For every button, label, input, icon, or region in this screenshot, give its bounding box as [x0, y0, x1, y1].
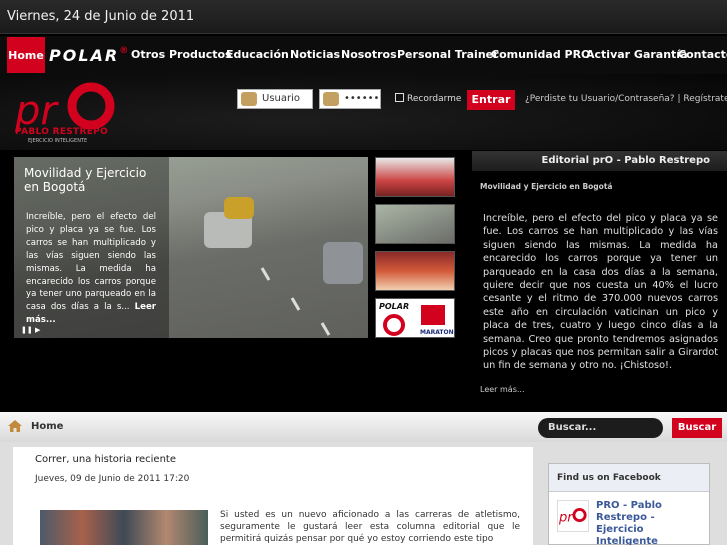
registered-icon: ®: [119, 46, 131, 56]
facebook-box: Find us on Facebook pr PRO - Pablo Restr…: [548, 463, 710, 545]
nav-contacto[interactable]: Contacto: [678, 36, 727, 74]
editorial-read-more[interactable]: Leer más...: [480, 385, 524, 394]
polar-logo[interactable]: POLAR®: [49, 46, 130, 65]
pause-play-icon[interactable]: ❚❚ ▶: [21, 326, 40, 334]
featured-slide[interactable]: Movilidad y Ejercicio en Bogotá Increíbl…: [14, 157, 368, 338]
nav-otros-productos[interactable]: Otros Productos: [131, 36, 232, 74]
user-icon: [241, 92, 257, 106]
link-separator: |: [677, 94, 681, 104]
header: pr PABLO RESTREPO EJERCICIO INTELIGENTE …: [0, 74, 727, 150]
search-input[interactable]: Buscar...: [538, 418, 663, 438]
svg-text:MARATON: MARATON: [420, 329, 454, 336]
checkbox-icon: [395, 93, 404, 102]
username-field[interactable]: Usuario: [237, 89, 313, 109]
article-date: Jueves, 09 de Junio de 2011 17:20: [35, 474, 190, 484]
thumbnail-4[interactable]: POLAR MARATON: [375, 298, 455, 338]
polar-logo-text: POLAR: [49, 46, 120, 65]
register-link[interactable]: Regístrate: [683, 94, 727, 104]
facebook-heading: Find us on Facebook: [549, 464, 709, 492]
breadcrumb-home[interactable]: Home: [31, 421, 63, 432]
svg-text:pr: pr: [15, 88, 59, 132]
nav-noticias[interactable]: Noticias: [290, 36, 340, 74]
nav-home[interactable]: Home: [7, 37, 45, 73]
nav-educacion[interactable]: Educación: [226, 36, 289, 74]
editorial-subtitle[interactable]: Movilidad y Ejercicio en Bogotá: [480, 182, 612, 191]
svg-text:POLAR: POLAR: [379, 302, 409, 311]
maraton-logo-icon: POLAR MARATON: [379, 302, 454, 336]
search-button[interactable]: Buscar: [672, 418, 722, 438]
date-bar: Viernes, 24 de Junio de 2011: [0, 0, 727, 34]
current-date: Viernes, 24 de Junio de 2011: [7, 9, 195, 24]
remember-checkbox[interactable]: Recordarme: [395, 93, 461, 104]
main-nav: Home POLAR® Otros Productos Educación No…: [0, 36, 727, 74]
nav-nosotros[interactable]: Nosotros: [341, 36, 397, 74]
home-icon[interactable]: [8, 420, 22, 432]
article-title[interactable]: Correr, una historia reciente: [35, 454, 176, 465]
editorial-text: Increíble, pero el efecto del pico y pla…: [483, 213, 718, 372]
editorial-panel: Editorial prO - Pablo Restrepo Movilidad…: [472, 151, 727, 411]
thumbnail-3[interactable]: [375, 251, 455, 291]
login-button[interactable]: Entrar: [467, 90, 515, 110]
featured-title[interactable]: Movilidad y Ejercicio en Bogotá: [24, 166, 164, 194]
nav-activar-garantia[interactable]: Activar Garantía: [586, 36, 688, 74]
password-field[interactable]: ••••••: [319, 89, 381, 109]
svg-text:pr: pr: [558, 511, 574, 526]
nav-personal-trainer[interactable]: Personal Trainer: [397, 36, 499, 74]
nav-comunidad-pro[interactable]: Comunidad PRO: [491, 36, 590, 74]
featured-summary: Increíble, pero el efecto del pico y pla…: [26, 212, 156, 313]
article-photo: [40, 510, 208, 545]
thumbnail-1[interactable]: [375, 157, 455, 197]
pro-logo[interactable]: pr: [15, 82, 115, 132]
facebook-page-logo[interactable]: pr: [557, 500, 589, 532]
featured-text: Increíble, pero el efecto del pico y pla…: [26, 211, 156, 327]
article-text: Si usted es un nuevo aficionado a las ca…: [220, 510, 520, 544]
forgot-link[interactable]: ¿Perdiste tu Usuario/Contraseña?: [525, 94, 675, 104]
editorial-heading: Editorial prO - Pablo Restrepo: [472, 151, 727, 171]
facebook-page-name[interactable]: PRO - Pablo Restrepo - Ejercicio Intelig…: [596, 500, 696, 545]
brand-name: PABLO RESTREPO: [15, 127, 109, 137]
lock-icon: [323, 92, 339, 106]
account-links: ¿Perdiste tu Usuario/Contraseña? | Regís…: [525, 94, 727, 104]
thumbnail-2[interactable]: [375, 204, 455, 244]
brand-tagline: EJERCICIO INTELIGENTE: [28, 138, 88, 144]
